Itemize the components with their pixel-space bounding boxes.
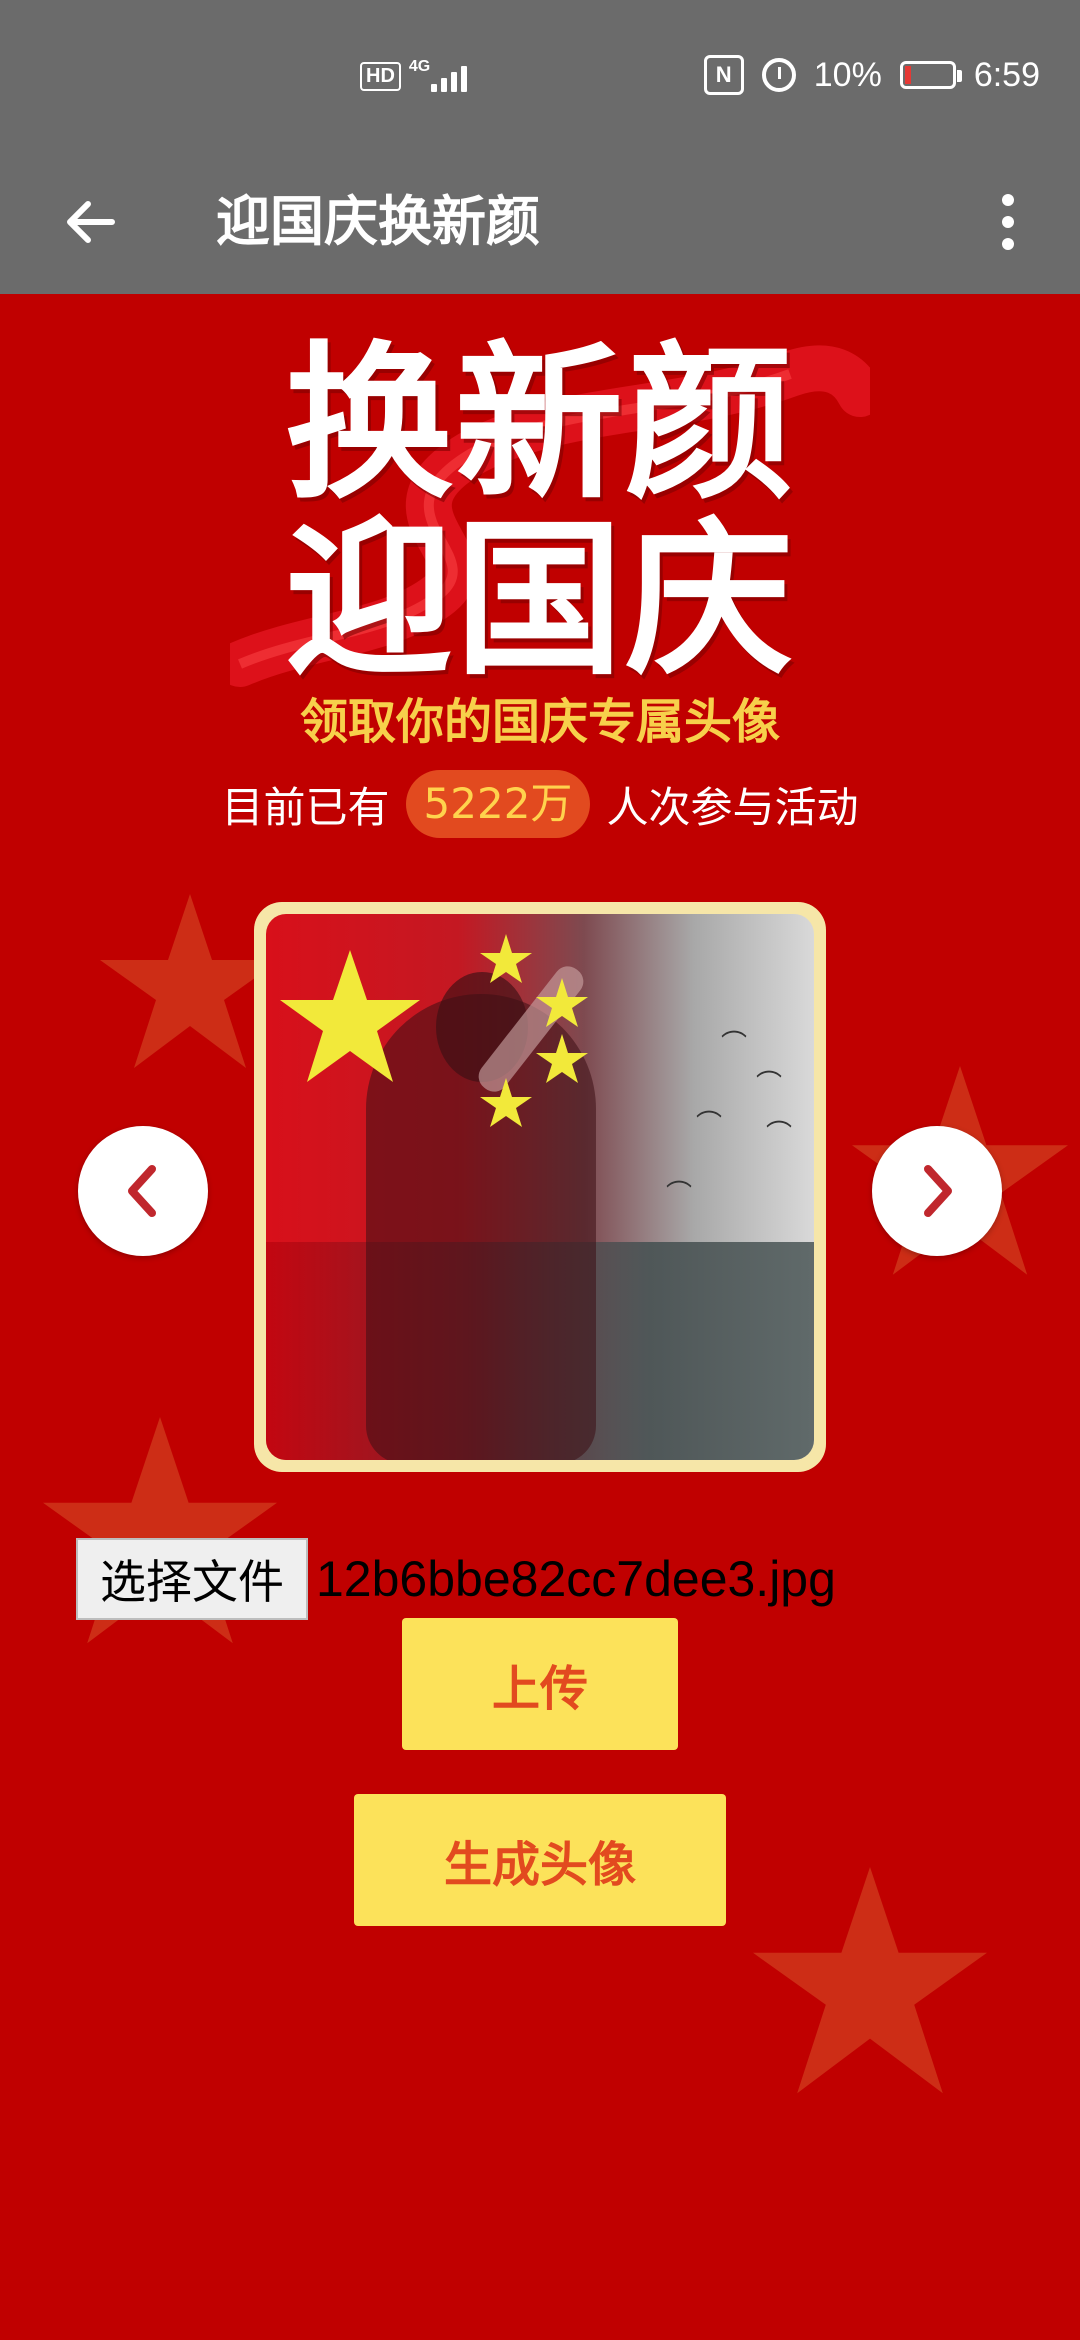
arrow-left-icon	[67, 201, 115, 243]
network-type: 4G	[408, 58, 431, 75]
previous-frame-button[interactable]	[78, 1126, 208, 1256]
avatar-preview: ⌒ ⌒ ⌒ ⌒ ⌒	[266, 914, 814, 1460]
alarm-icon	[761, 58, 796, 92]
upload-button[interactable]: 上传	[402, 1618, 678, 1750]
background-star-icon	[43, 1417, 277, 1644]
hero-title-line-2: 迎国庆	[285, 500, 795, 698]
next-frame-button[interactable]	[872, 1126, 1002, 1256]
flag-stars	[280, 934, 588, 1127]
status-right: N 10% 6:59	[703, 52, 1040, 98]
hero-title-line-1: 换新颜	[285, 324, 795, 522]
chevron-left-icon	[128, 1165, 156, 1217]
stats-suffix: 人次参与活动	[606, 782, 859, 832]
choose-file-button[interactable]: 选择文件	[76, 1538, 308, 1620]
main-content: 换新颜 迎国庆 领取你的国庆专属头像 目前已有 5222万 人次参与活动 ⌒ ⌒…	[0, 294, 1080, 2340]
small-star-icon	[536, 978, 588, 1027]
status-bar: HD 4G N 10% 6:59	[0, 0, 1080, 150]
participant-stats: 目前已有 5222万 人次参与活动	[0, 770, 1080, 838]
status-left: HD 4G	[360, 58, 467, 94]
signal-icon: 4G	[409, 58, 467, 94]
avatar-preview-frame: ⌒ ⌒ ⌒ ⌒ ⌒	[254, 902, 826, 1472]
small-star-icon	[536, 1034, 588, 1083]
selected-file-name: 12b6bbe82cc7dee3.jpg	[316, 1551, 836, 1607]
app-bar: 迎国庆换新颜	[0, 150, 1080, 294]
hd-badge: HD	[360, 61, 401, 91]
more-vertical-icon	[1002, 194, 1014, 250]
generate-avatar-button[interactable]: 生成头像	[354, 1794, 726, 1926]
file-picker: 选择文件 12b6bbe82cc7dee3.jpg	[76, 1538, 836, 1620]
more-options-button[interactable]	[966, 180, 1050, 264]
background-star-icon	[753, 1867, 987, 2094]
page-title: 迎国庆换新颜	[216, 190, 540, 253]
back-button[interactable]	[48, 180, 132, 264]
battery-percent: 10%	[813, 55, 882, 94]
battery-icon	[899, 61, 962, 89]
small-star-icon	[480, 1078, 532, 1127]
stats-prefix: 目前已有	[221, 782, 390, 832]
participant-count-badge: 5222万	[405, 770, 591, 838]
chevron-right-icon	[924, 1165, 952, 1217]
nfc-icon: N	[703, 55, 744, 95]
large-star-icon	[280, 950, 420, 1082]
small-star-icon	[480, 934, 532, 983]
hero-subtitle: 领取你的国庆专属头像	[299, 694, 780, 750]
clock: 6:59	[973, 55, 1040, 94]
